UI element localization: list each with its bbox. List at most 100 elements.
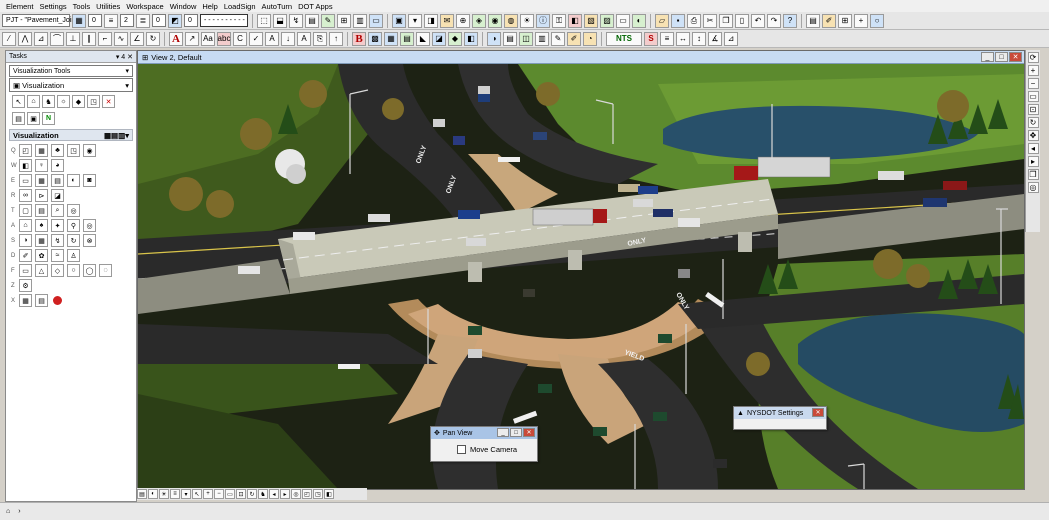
- level-combo[interactable]: PJT - "Pavement_Joint": [2, 14, 80, 27]
- undo-icon[interactable]: ↶: [751, 13, 765, 28]
- angle-measure-icon[interactable]: ⊿: [724, 31, 738, 46]
- angle-icon[interactable]: ∠: [130, 31, 144, 46]
- lighting-icon[interactable]: ☀: [159, 489, 169, 499]
- view-next-icon[interactable]: ▸: [1027, 156, 1039, 167]
- paint-icon[interactable]: ◧: [19, 159, 32, 172]
- walk-icon[interactable]: ♞: [42, 95, 55, 108]
- triangle-icon[interactable]: △: [35, 264, 48, 277]
- maximize-button[interactable]: □: [995, 52, 1008, 62]
- north-icon[interactable]: N: [42, 112, 55, 125]
- building-icon[interactable]: ▦: [35, 144, 48, 157]
- fit-view-icon[interactable]: ⊡: [236, 489, 246, 499]
- tasks-select[interactable]: ▣ Visualization ▾: [9, 78, 133, 92]
- stencil-icon[interactable]: ∡: [708, 31, 722, 46]
- stack-icon[interactable]: ≡: [660, 31, 674, 46]
- bulb-icon[interactable]: ♀: [35, 159, 48, 172]
- environment-icon[interactable]: ▦: [35, 174, 48, 187]
- view-window[interactable]: ⊞ View 2, Default _ □ ✕ ONLY ONLY ONLY Y…: [137, 50, 1025, 490]
- group-icon[interactable]: ▤: [305, 13, 319, 28]
- view-previous-icon[interactable]: ◂: [1027, 143, 1039, 154]
- camera-view-icon[interactable]: ◎: [1027, 182, 1039, 193]
- text-along-icon[interactable]: ↗: [185, 31, 199, 46]
- preview-icon[interactable]: ◎: [67, 204, 80, 217]
- select-icon[interactable]: ↖: [12, 95, 25, 108]
- film-icon[interactable]: ▤: [51, 174, 64, 187]
- brush-icon[interactable]: ✐: [19, 249, 32, 262]
- dimension-icon[interactable]: ⊕: [456, 13, 470, 28]
- text-arrow-icon[interactable]: ↓: [281, 31, 295, 46]
- cycle-icon[interactable]: ↻: [67, 234, 80, 247]
- tasks-pin-close[interactable]: ▾ 4 ✕: [116, 53, 133, 61]
- modify-icon[interactable]: ✎: [321, 13, 335, 28]
- move-camera-checkbox[interactable]: [457, 445, 466, 454]
- water-icon[interactable]: ≈: [51, 249, 64, 262]
- menu-window[interactable]: Window: [170, 2, 197, 11]
- style-combo[interactable]: 0: [152, 14, 166, 27]
- parallel-icon[interactable]: ∥: [82, 31, 96, 46]
- view-previous-icon[interactable]: ◂: [269, 489, 279, 499]
- plant-icon[interactable]: ♠: [35, 219, 48, 232]
- color-icon[interactable]: ▦: [72, 13, 86, 28]
- clip-mask-icon[interactable]: ◳: [313, 489, 323, 499]
- tasks-combo[interactable]: Visualization Tools ▾: [9, 65, 133, 77]
- pencil-icon[interactable]: ✐: [822, 13, 836, 28]
- walk-icon[interactable]: ♞: [258, 489, 268, 499]
- bold-icon[interactable]: B: [352, 31, 366, 46]
- solid-icon[interactable]: ◍: [504, 13, 518, 28]
- close-button[interactable]: ✕: [523, 428, 535, 437]
- delete-icon[interactable]: ✕: [102, 95, 115, 108]
- close-button[interactable]: ✕: [812, 408, 824, 417]
- photo-icon[interactable]: ◙: [83, 174, 96, 187]
- text-style-icon[interactable]: C: [233, 31, 247, 46]
- minimize-button[interactable]: _: [497, 428, 509, 437]
- plus-icon[interactable]: +: [854, 13, 868, 28]
- copy-icon[interactable]: ❐: [719, 13, 733, 28]
- ring-icon[interactable]: ◌: [99, 264, 112, 277]
- annotate-icon[interactable]: ✉: [440, 13, 454, 28]
- select-view-icon[interactable]: ↖: [192, 489, 202, 499]
- shapes-icon[interactable]: ○: [870, 13, 884, 28]
- line-weight-icon[interactable]: ≡: [104, 13, 118, 28]
- highlight-icon[interactable]: ✐: [567, 31, 581, 46]
- text-match-icon[interactable]: A: [265, 31, 279, 46]
- camera-icon[interactable]: ◎: [291, 489, 301, 499]
- display-style-icon[interactable]: ◐: [148, 489, 158, 499]
- lock-icon[interactable]: ⚿: [552, 13, 566, 28]
- text-icon[interactable]: ◨: [424, 13, 438, 28]
- light-icon[interactable]: ☼: [57, 95, 70, 108]
- update-view-icon[interactable]: ⟳: [1027, 52, 1039, 63]
- settings-icon[interactable]: ⚙: [19, 279, 32, 292]
- view-mode-icons[interactable]: ▦▤▥▾: [104, 131, 129, 140]
- timeline-icon[interactable]: ↯: [51, 234, 64, 247]
- camera-icon[interactable]: ⌂: [27, 95, 40, 108]
- surface-icon[interactable]: ◉: [488, 13, 502, 28]
- globe-icon[interactable]: ◕: [51, 159, 64, 172]
- animate-icon[interactable]: ◳: [87, 95, 100, 108]
- scale-button[interactable]: S: [644, 31, 658, 46]
- key-in-icon[interactable]: ▤: [806, 13, 820, 28]
- script-icon[interactable]: ▤: [35, 204, 48, 217]
- info-icon[interactable]: ⓘ: [536, 13, 550, 28]
- text-upper-icon[interactable]: A: [297, 31, 311, 46]
- fit-view-icon[interactable]: ⊡: [1027, 104, 1039, 115]
- frame-icon[interactable]: ▢: [19, 204, 32, 217]
- reference-icon[interactable]: ◑: [487, 31, 501, 46]
- diamond-icon[interactable]: ◇: [51, 264, 64, 277]
- measure-icon[interactable]: ▭: [369, 13, 383, 28]
- maximize-button[interactable]: □: [510, 428, 522, 437]
- menu-tools[interactable]: Tools: [73, 2, 91, 11]
- view-next-icon[interactable]: ▸: [280, 489, 290, 499]
- linear-icon[interactable]: ◈: [472, 13, 486, 28]
- text-edit-icon[interactable]: Aa: [201, 31, 215, 46]
- grid-icon[interactable]: ⊞: [838, 13, 852, 28]
- color-combo[interactable]: 0: [88, 14, 102, 27]
- width-icon[interactable]: ↔: [676, 31, 690, 46]
- place-text-icon[interactable]: A: [169, 31, 183, 46]
- brush-icon[interactable]: ✎: [551, 31, 565, 46]
- rectangle-icon[interactable]: ▭: [19, 264, 32, 277]
- sun-icon[interactable]: ☀: [520, 13, 534, 28]
- menu-settings[interactable]: Settings: [40, 2, 67, 11]
- levels-icon[interactable]: ▥: [535, 31, 549, 46]
- zoom-in-icon[interactable]: +: [1027, 65, 1039, 76]
- menu-utilities[interactable]: Utilities: [96, 2, 120, 11]
